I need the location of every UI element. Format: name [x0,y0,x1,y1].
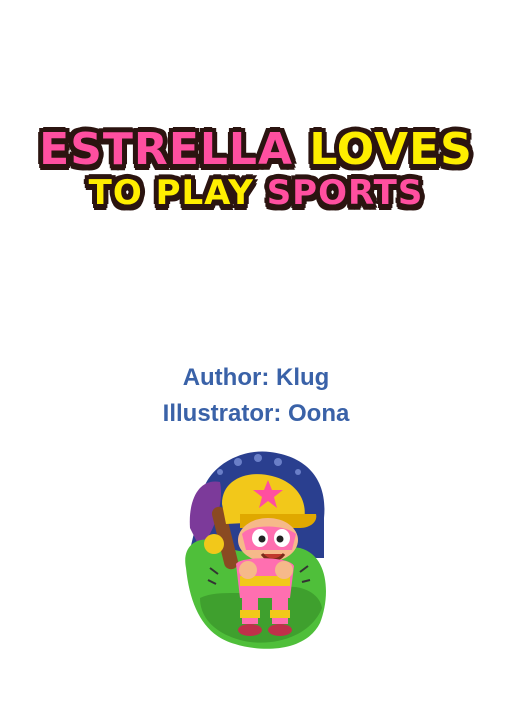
girl-baseball-player-icon [185,451,326,649]
title-word-loves: LOVES [309,124,473,175]
title-line-1: ESTRELLA LOVES [0,128,512,172]
title-word-sports: SPORTS [266,173,424,213]
book-cover: ESTRELLA LOVES TO PLAY SPORTS Author: Kl… [0,0,512,701]
title-word-to-play: TO PLAY [88,173,254,213]
book-title: ESTRELLA LOVES TO PLAY SPORTS [0,128,512,211]
credits: Author: Klug Illustrator: Oona [0,360,512,432]
title-word-estrella: ESTRELLA [39,124,293,175]
illustrator-credit: Illustrator: Oona [162,400,350,427]
title-line-2: TO PLAY SPORTS [0,176,512,210]
author-credit: Author: Klug [182,364,330,391]
